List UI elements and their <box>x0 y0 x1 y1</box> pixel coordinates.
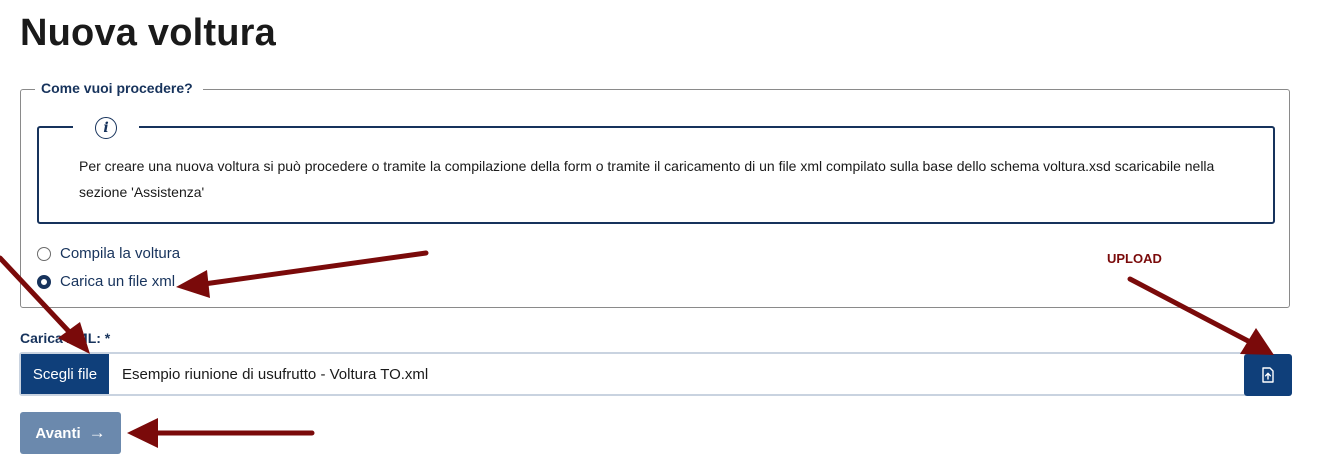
avanti-label: Avanti <box>35 424 81 442</box>
radio-label: Carica un file xml <box>60 273 176 290</box>
annotation-arrowhead <box>1240 328 1274 355</box>
info-icon-wrap: i <box>73 114 139 142</box>
info-icon: i <box>95 117 117 139</box>
choose-file-button[interactable]: Scegli file <box>21 354 109 394</box>
file-input[interactable]: Scegli file Esempio riunione di usufrutt… <box>19 352 1247 396</box>
radio-button[interactable] <box>37 246 51 261</box>
carica-xml-label: Carica XML: * <box>20 330 111 346</box>
info-text: Per creare una nuova voltura si può proc… <box>79 158 1215 200</box>
upload-button[interactable] <box>1244 354 1292 396</box>
radio-label: Compila la voltura <box>60 245 181 262</box>
fieldset-legend: Come vuoi procedere? <box>35 80 203 96</box>
annotation-arrowhead <box>127 418 158 448</box>
selected-file-name: Esempio riunione di usufrutto - Voltura … <box>122 365 429 383</box>
radio-carica-file-xml[interactable]: Carica un file xml <box>37 273 175 290</box>
upload-annotation-label: UPLOAD <box>1107 251 1162 266</box>
avanti-button[interactable]: Avanti → <box>20 412 121 454</box>
arrow-right-icon: → <box>88 423 106 442</box>
radio-button-checked[interactable] <box>37 274 51 289</box>
file-upload-icon <box>1262 367 1274 383</box>
page-title: Nuova voltura <box>20 12 276 54</box>
radio-compila-voltura[interactable]: Compila la voltura <box>37 245 180 262</box>
